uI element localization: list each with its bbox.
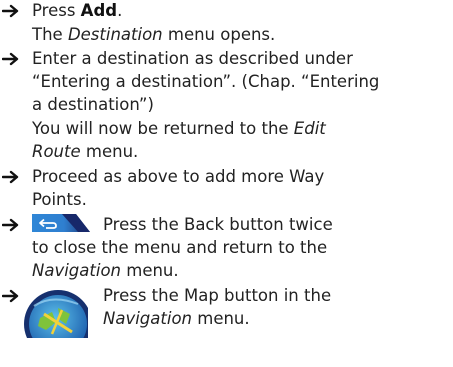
step-1-action: Press Add. — [32, 1, 123, 20]
step-2-line-2: “Entering a destination”. (Chap. “Enteri… — [32, 72, 380, 91]
arrow-bullet-icon — [2, 166, 20, 188]
step-4-line-3: Navigation menu. — [32, 261, 179, 280]
step-2-result-line-1: You will now be returned to the Edit — [32, 119, 326, 138]
step-4-line-2: to close the menu and return to the — [32, 238, 328, 257]
step-2-result-line-2: Route menu. — [32, 142, 139, 161]
arrow-bullet-icon — [2, 0, 20, 22]
arrow-bullet-icon — [2, 285, 20, 307]
step-2-line-1: Enter a destination as described under — [32, 49, 353, 68]
map-button-icon — [22, 288, 92, 358]
step-5-line-2: Navigation menu. — [103, 309, 250, 328]
arrow-bullet-icon — [2, 48, 20, 70]
step-3-line-1: Proceed as above to add more Way — [32, 167, 325, 186]
step-1-result: The Destination menu opens. — [32, 25, 276, 44]
step-3-line-2: Points. — [32, 190, 87, 209]
step-5-line-1: Press the Map button in the — [103, 286, 332, 305]
step-4-line-1: Press the Back button twice — [103, 215, 333, 234]
step-2-line-3: a destination”) — [32, 95, 154, 114]
arrow-bullet-icon — [2, 214, 20, 236]
back-button-icon — [32, 214, 90, 232]
add-label: Add — [80, 1, 118, 20]
